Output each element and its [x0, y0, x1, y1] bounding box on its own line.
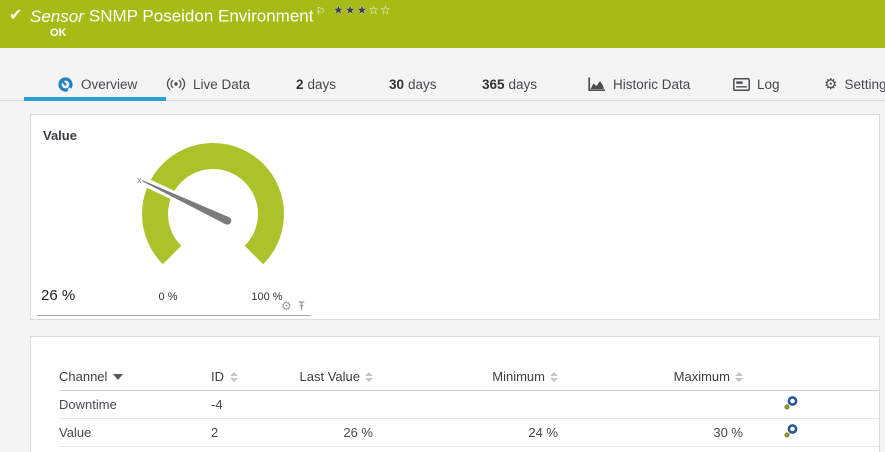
tab-number: 2 [296, 76, 304, 92]
gauge-toolbar: ⚙ [281, 300, 307, 312]
tab-bar: Overview Live Data 2 days 30 days 365 da… [0, 48, 885, 101]
column-header-last-value[interactable]: Last Value [299, 369, 373, 384]
gauge-arc [142, 142, 284, 265]
status-badge: OK [50, 27, 67, 39]
tab-number: 365 [482, 76, 505, 92]
minimum-cell: 24 % [528, 425, 558, 440]
channel-name-cell: Downtime [59, 397, 117, 412]
tab-label: Settings [844, 76, 885, 92]
sensor-type-label: Sensor [30, 6, 84, 26]
table-row-value[interactable]: Value 2 26 % 24 % 30 % [59, 419, 879, 447]
tab-365-days[interactable]: 365 days [482, 74, 537, 94]
star-empty-icons[interactable]: ☆☆ [368, 3, 392, 17]
tab-number: 30 [389, 76, 405, 92]
sensor-header: ✔ Sensor SNMP Poseidon Environment ⚐ ★★★☆☆… [0, 0, 885, 48]
column-header-id[interactable]: ID [211, 369, 299, 384]
page-title: Sensor SNMP Poseidon Environment ⚐ [30, 5, 325, 27]
column-header-minimum[interactable]: Minimum [373, 369, 558, 384]
log-icon [733, 77, 750, 91]
tab-historic-data[interactable]: Historic Data [588, 74, 690, 94]
tab-2-days[interactable]: 2 days [296, 74, 336, 94]
priority-flag-icon[interactable]: ⚐ [315, 6, 325, 18]
edit-channel-gears-icon[interactable] [783, 395, 799, 411]
column-label: ID [211, 369, 224, 384]
gauge-current-value: 26 % [41, 287, 76, 304]
tab-label: Overview [81, 76, 138, 92]
gauge-settings-gear-icon[interactable]: ⚙ [281, 300, 292, 312]
column-header-maximum[interactable]: Maximum [558, 369, 743, 384]
table-row-downtime[interactable]: Downtime -4 [59, 391, 879, 419]
channel-edit-cell [743, 395, 879, 414]
tab-log[interactable]: Log [733, 74, 780, 94]
tab-label: days [508, 76, 538, 92]
channel-id-cell: -4 [211, 397, 223, 412]
sort-toggle-icon [550, 371, 558, 382]
tab-label: Historic Data [613, 76, 691, 92]
tab-overview[interactable]: Overview [57, 74, 137, 94]
table-header-row: Channel ID Last Value Minimum Maximum [59, 363, 879, 391]
gauge-panel: Value x 0 % 100 % 26 % ⚙ [30, 114, 880, 320]
tab-label: days [408, 76, 437, 92]
sort-toggle-icon [230, 371, 238, 382]
column-label: Minimum [492, 369, 545, 384]
gauge-needle-marker: x [137, 175, 142, 185]
sort-toggle-icon [735, 371, 743, 382]
column-header-channel[interactable]: Channel [59, 369, 211, 384]
sort-desc-icon [113, 373, 124, 380]
sensor-name: SNMP Poseidon Environment [88, 6, 314, 26]
channel-edit-cell [743, 423, 879, 442]
column-label: Maximum [673, 369, 730, 384]
live-data-icon [166, 77, 186, 91]
tab-30-days[interactable]: 30 days [389, 74, 437, 94]
tab-label: Log [757, 76, 780, 92]
tab-label: Live Data [193, 76, 251, 92]
edit-channel-gears-icon[interactable] [783, 423, 799, 439]
gauge-icon [58, 76, 74, 93]
gauge-min-label: 0 % [158, 291, 178, 303]
gauge-divider [37, 315, 311, 316]
last-value-cell: 26 % [343, 425, 373, 440]
status-check-icon: ✔ [9, 7, 23, 24]
tab-label: days [307, 76, 337, 92]
maximum-cell: 30 % [713, 425, 743, 440]
channel-name-cell: Value [59, 425, 92, 440]
tab-settings[interactable]: ⚙ Settings [824, 74, 885, 94]
gauge-chart [137, 142, 284, 265]
area-chart-icon [588, 77, 605, 91]
channel-id-cell: 2 [211, 425, 219, 440]
priority-star-rating[interactable]: ★★★☆☆ [333, 3, 392, 17]
channels-table: Channel ID Last Value Minimum Maximum Do… [31, 337, 879, 447]
gauge-needle-hub [223, 217, 232, 225]
gear-icon: ⚙ [824, 75, 838, 93]
sort-toggle-icon [365, 371, 373, 382]
column-label: Last Value [299, 369, 360, 384]
star-filled-icons[interactable]: ★★★ [333, 3, 368, 17]
active-tab-indicator [24, 97, 166, 101]
channels-panel: Channel ID Last Value Minimum Maximum Do… [30, 336, 880, 452]
pin-icon[interactable] [296, 300, 307, 312]
column-label: Channel [59, 369, 108, 384]
tab-live-data[interactable]: Live Data [166, 74, 250, 94]
